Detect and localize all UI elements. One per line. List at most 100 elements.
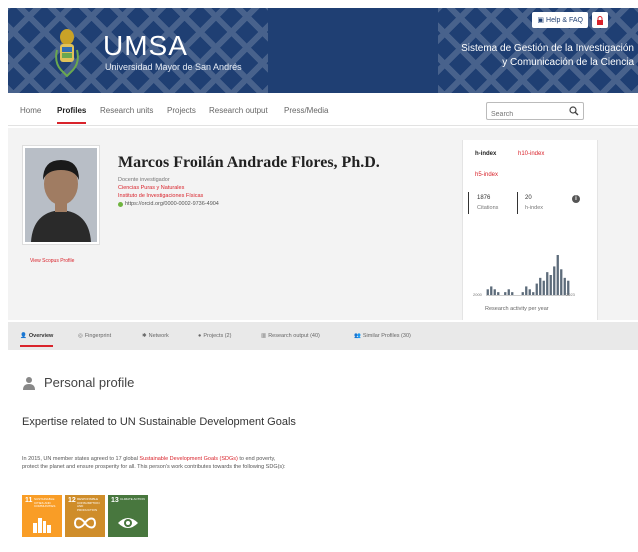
activity-bar bbox=[560, 269, 563, 295]
main-nav: Home Profiles Research units Projects Re… bbox=[8, 98, 638, 126]
sdg-goal-11-number: 11 bbox=[25, 497, 33, 504]
profile-photo bbox=[25, 148, 97, 242]
site-header: UMSA Universidad Mayor de San Andrés ▣ H… bbox=[8, 8, 638, 93]
activity-bar bbox=[546, 272, 549, 295]
citations-value: 1876 bbox=[477, 195, 491, 201]
infinity-icon bbox=[73, 517, 97, 529]
logo-title[interactable]: UMSA bbox=[103, 30, 188, 62]
person-role: Docente investigador bbox=[118, 177, 170, 183]
profile-subtabs: 👤 Overview ◎ Fingerprint ✱ Network ● Pro… bbox=[8, 322, 638, 350]
activity-bar bbox=[556, 255, 559, 295]
activity-bar bbox=[549, 275, 552, 295]
nav-projects[interactable]: Projects bbox=[167, 106, 196, 115]
city-icon bbox=[33, 518, 51, 533]
orcid-icon bbox=[118, 201, 123, 207]
university-crest-icon[interactable] bbox=[54, 28, 80, 78]
nav-home[interactable]: Home bbox=[20, 106, 41, 115]
sdg-goal-13-number: 13 bbox=[111, 497, 119, 504]
sdg-description: In 2015, UN member states agreed to 17 g… bbox=[22, 455, 292, 471]
metric-tab-h-index[interactable]: h-index bbox=[475, 151, 496, 157]
nav-research-output[interactable]: Research output bbox=[209, 106, 268, 115]
sdg-goal-12[interactable]: 12 RESPONSIBLE CONSUMPTION AND PRODUCTIO… bbox=[65, 495, 105, 537]
person-portrait-icon bbox=[25, 148, 97, 242]
person-name: Marcos Froilán Andrade Flores, Ph.D. bbox=[118, 154, 380, 171]
similar-icon: 👥 bbox=[354, 333, 361, 339]
research-activity-label: Research activity per year bbox=[485, 306, 549, 312]
metric-tab-h5-index[interactable]: h5-index bbox=[475, 172, 498, 178]
activity-year-start: 2000 bbox=[473, 292, 482, 297]
sdg-goal-13[interactable]: 13 CLIMATE ACTION bbox=[108, 495, 148, 537]
activity-bar bbox=[486, 289, 489, 295]
system-title-line2: y Comunicación de la Ciencia bbox=[502, 57, 634, 68]
sdg-section-title: Expertise related to UN Sustainable Deve… bbox=[22, 416, 296, 428]
climate-eye-icon bbox=[118, 518, 138, 528]
subtab-similar-profiles-label: Similar Profiles (30) bbox=[362, 333, 411, 339]
logo-subtitle: Universidad Mayor de San Andrés bbox=[105, 62, 242, 72]
help-icon: ▣ bbox=[537, 17, 545, 24]
citations-divider bbox=[468, 192, 469, 214]
subtab-similar-profiles[interactable]: 👥 Similar Profiles (30) bbox=[354, 333, 411, 339]
sdg-goal-12-number: 12 bbox=[68, 497, 76, 504]
activity-bar bbox=[490, 286, 493, 295]
sdg-link[interactable]: Sustainable Development Goals (SDGs) bbox=[139, 456, 237, 462]
activity-bar bbox=[535, 283, 538, 295]
personal-profile-heading: Personal profile bbox=[22, 375, 134, 390]
activity-bar bbox=[493, 289, 496, 295]
info-icon[interactable]: i bbox=[572, 195, 580, 203]
subtab-fingerprint[interactable]: ◎ Fingerprint bbox=[78, 333, 111, 339]
subtab-projects[interactable]: ● Projects (2) bbox=[198, 333, 231, 339]
subtab-overview-label: Overview bbox=[28, 333, 54, 339]
nav-research-units[interactable]: Research units bbox=[100, 106, 153, 115]
sdg-goal-13-label: CLIMATE ACTION bbox=[120, 497, 145, 501]
help-faq-button[interactable]: ▣ Help & FAQ bbox=[532, 12, 588, 28]
person-icon bbox=[23, 376, 35, 390]
subtab-overview[interactable]: 👤 Overview bbox=[20, 333, 54, 347]
activity-bar bbox=[539, 277, 542, 295]
orcid-link[interactable]: https://orcid.org/0000-0002-9736-4904 bbox=[118, 201, 219, 207]
help-faq-label: Help & FAQ bbox=[546, 16, 583, 24]
nav-profiles[interactable]: Profiles bbox=[57, 106, 87, 124]
search-icon[interactable] bbox=[569, 106, 579, 116]
profile-photo-frame bbox=[22, 145, 100, 245]
citations-label: Citations bbox=[477, 205, 499, 211]
subtab-network[interactable]: ✱ Network bbox=[142, 333, 169, 339]
activity-bar bbox=[532, 292, 535, 295]
sdg-goal-12-label: RESPONSIBLE CONSUMPTION AND PRODUCTION bbox=[77, 497, 100, 512]
view-scopus-profile-link[interactable]: View Scopus Profile bbox=[30, 258, 74, 264]
activity-bar bbox=[507, 289, 510, 295]
metric-tab-h10-index[interactable]: h10-index bbox=[518, 151, 544, 157]
sdg-text-before: In 2015, UN member states agreed to 17 g… bbox=[22, 456, 140, 462]
activity-bar bbox=[511, 292, 514, 295]
login-button[interactable] bbox=[592, 12, 608, 28]
person-institute-link[interactable]: Instituto de Investigaciones Físicas bbox=[118, 193, 203, 199]
subtab-network-label: Network bbox=[148, 333, 169, 339]
search-input[interactable] bbox=[487, 106, 557, 123]
orcid-url: https://orcid.org/0000-0002-9736-4904 bbox=[125, 201, 219, 207]
output-icon: ▥ bbox=[261, 333, 267, 339]
research-activity-chart bbox=[486, 255, 570, 296]
activity-year-end: 2023 bbox=[566, 292, 575, 297]
subtab-research-output[interactable]: ▥ Research output (40) bbox=[261, 333, 320, 339]
sdg-goal-11-label: SUSTAINABLE CITIES AND COMMUNITIES bbox=[34, 497, 56, 508]
activity-bar bbox=[542, 280, 545, 295]
search-box bbox=[486, 102, 584, 123]
system-title: Sistema de Gestión de la Investigación y… bbox=[461, 42, 634, 70]
activity-bar bbox=[528, 289, 531, 295]
activity-bar bbox=[553, 266, 556, 295]
activity-bar bbox=[521, 292, 524, 295]
sdg-goal-11[interactable]: 11 SUSTAINABLE CITIES AND COMMUNITIES bbox=[22, 495, 62, 537]
subtab-fingerprint-label: Fingerprint bbox=[84, 333, 112, 339]
hindex-label: h-index bbox=[525, 205, 544, 211]
person-faculty-link[interactable]: Ciencias Puras y Naturales bbox=[118, 185, 184, 191]
subtab-projects-label: Projects (2) bbox=[203, 333, 232, 339]
subtab-research-output-label: Research output (40) bbox=[268, 333, 320, 339]
lock-icon bbox=[597, 15, 603, 25]
fingerprint-icon: ◎ bbox=[78, 333, 83, 339]
hindex-divider bbox=[517, 192, 518, 214]
activity-bar bbox=[525, 286, 528, 295]
network-icon: ✱ bbox=[142, 333, 147, 339]
activity-bar bbox=[504, 292, 507, 295]
activity-bar bbox=[497, 292, 500, 295]
projects-icon: ● bbox=[198, 333, 202, 339]
nav-press-media[interactable]: Press/Media bbox=[284, 106, 328, 115]
